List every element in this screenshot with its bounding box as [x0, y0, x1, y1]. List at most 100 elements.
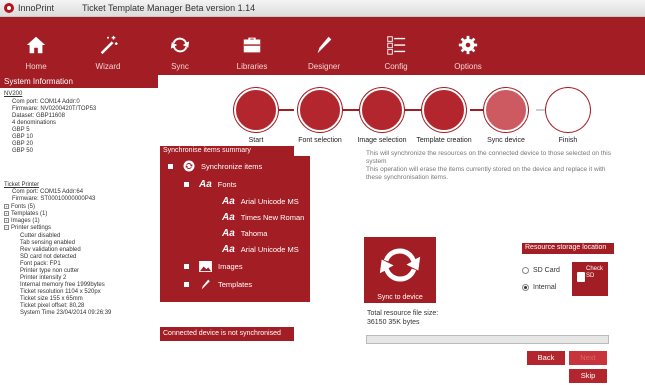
checklist-icon	[387, 36, 406, 55]
wizard-step-label: Sync device	[487, 137, 525, 144]
device-name[interactable]: Ticket Printer	[4, 182, 39, 188]
toolbar-home[interactable]: Home	[0, 17, 72, 75]
wizard-step-font-selection[interactable]	[298, 88, 342, 132]
total-value: 36150 35K bytes	[367, 319, 420, 326]
collapse-icon[interactable]	[184, 182, 189, 187]
tree-font-item[interactable]: Aa Times New Roman	[222, 212, 304, 223]
description-line: This will synchronize the resources on t…	[366, 150, 611, 165]
wizard-step-start[interactable]	[234, 88, 278, 132]
tree-item-templates[interactable]: + Templates (1)	[4, 211, 47, 217]
tree-root[interactable]: Synchronize items	[168, 160, 262, 172]
device-name[interactable]: NV200	[4, 91, 22, 97]
pencil-icon	[201, 279, 210, 290]
logo-icon	[4, 3, 14, 13]
wizard-progress: Start Font selection Image selection Tem…	[228, 88, 645, 148]
wizard-step-label: Font selection	[298, 137, 342, 144]
device-info-line: Com port: COM15 Addr:64	[12, 189, 84, 195]
back-button[interactable]: Back	[527, 351, 565, 365]
window-title: Ticket Template Manager Beta version 1.1…	[82, 3, 256, 13]
total-resource-size: Total resource file size: 36150 35K byte…	[367, 309, 438, 327]
tree-item-images[interactable]: + Images (1)	[4, 218, 40, 224]
device-info-line: GBP 20	[12, 141, 33, 147]
device-info-line: Com port: COM14 Addr:0	[12, 99, 80, 105]
toolbar-libraries-label: Libraries	[236, 62, 268, 71]
font-icon: Aa	[222, 228, 235, 239]
tree-images[interactable]: Images	[184, 261, 243, 272]
collapse-icon[interactable]	[168, 163, 173, 169]
gear-icon	[458, 35, 478, 55]
toolbar-config-label: Config	[384, 62, 408, 71]
expand-icon[interactable]	[184, 264, 189, 269]
printer-setting: Tab sensing enabled	[20, 240, 76, 246]
toolbar-libraries[interactable]: Libraries	[216, 17, 288, 75]
font-icon: Aa	[199, 179, 212, 190]
system-info-panel: System Information NV200 Com port: COM14…	[0, 75, 158, 385]
toolbar-wizard-label: Wizard	[95, 62, 121, 71]
tree-templates[interactable]: Templates	[184, 278, 252, 291]
main-toolbar: Home Wizard Sync Libraries Designer Conf…	[0, 17, 645, 75]
system-info-header: System Information	[0, 75, 158, 88]
expand-icon[interactable]	[184, 282, 189, 287]
expand-icon[interactable]: +	[4, 218, 9, 223]
wizard-step-label: Start	[248, 137, 264, 144]
tree-item-label: Images (1)	[11, 218, 40, 225]
printer-setting: Printer intensity 2	[20, 275, 67, 281]
sync-items-tree: Synchronize items Aa Fonts Aa Arial Unico…	[160, 156, 310, 302]
wizard-step-sync-device[interactable]	[484, 88, 528, 132]
radio-sd-card[interactable]: SD Card	[522, 267, 560, 274]
radio-circle[interactable]	[522, 267, 529, 274]
tree-font-item[interactable]: Aa Tahoma	[222, 228, 267, 239]
tree-font-item[interactable]: Aa Arial Unicode MS	[222, 244, 299, 255]
device-info-line: Firmware: NV0200420T/TOP53	[12, 106, 97, 112]
image-icon	[199, 261, 212, 272]
radio-internal[interactable]: Internal	[522, 284, 556, 291]
skip-button[interactable]: Skip	[569, 369, 607, 383]
app-logo: InnoPrint	[4, 3, 82, 13]
toolbar-designer[interactable]: Designer	[288, 17, 360, 75]
tree-item-label: Fonts (5)	[11, 204, 36, 211]
wizard-step-template-creation[interactable]	[422, 88, 466, 132]
tree-item-fonts[interactable]: + Fonts (5)	[4, 204, 35, 210]
title-bar: InnoPrint Ticket Template Manager Beta v…	[0, 0, 645, 17]
printer-setting: Font pack: FP1	[20, 261, 61, 267]
sync-progress-bar	[366, 335, 609, 344]
device-info-line: Firmware: ST00010000000P43	[12, 196, 96, 202]
toolbar-options[interactable]: Options	[432, 17, 504, 75]
tree-images-label: Images	[218, 262, 243, 271]
tree-root-label: Synchronize items	[201, 161, 263, 171]
tree-fonts[interactable]: Aa Fonts	[184, 179, 237, 190]
toolbar-sync-label: Sync	[171, 62, 189, 71]
printer-setting: Printer type non cutter	[20, 268, 80, 274]
radio-circle[interactable]	[522, 284, 529, 291]
briefcase-icon	[243, 37, 261, 53]
wizard-step-finish[interactable]	[546, 88, 590, 132]
tree-item-printer-settings[interactable]: − Printer settings	[4, 225, 51, 231]
check-sd-label: Check	[586, 266, 604, 272]
toolbar-wizard[interactable]: Wizard	[72, 17, 144, 75]
collapse-icon[interactable]: −	[4, 225, 9, 230]
font-icon: Aa	[222, 244, 235, 255]
check-sd-button[interactable]: Check SD	[572, 262, 608, 296]
summary-header: Synchronise items summary	[160, 146, 294, 156]
toolbar-sync[interactable]: Sync	[144, 17, 216, 75]
expand-icon[interactable]: +	[4, 211, 9, 216]
toolbar-config[interactable]: Config	[360, 17, 432, 75]
printer-setting: Rev validation enabled	[20, 247, 81, 253]
printer-setting: Internal memory free 1999bytes	[20, 282, 105, 288]
printer-setting: System Time 23/04/2014 09:26:39	[20, 310, 112, 316]
radio-label: Internal	[533, 284, 557, 291]
expand-icon[interactable]: +	[4, 204, 9, 209]
sync-to-device-button[interactable]: Sync to device	[364, 237, 436, 303]
next-button[interactable]: Next	[569, 351, 607, 365]
wizard-step-label: Image selection	[357, 137, 407, 144]
font-name: Arial Unicode MS	[240, 245, 299, 254]
tree-font-item[interactable]: Aa Arial Unicode MS	[222, 196, 299, 207]
status-message: Connected device is not synchronised	[160, 327, 294, 341]
ticket-printer-info: Ticket Printer Com port: COM15 Addr:64 F…	[0, 181, 158, 341]
device-info-line: GBP 10	[12, 134, 33, 140]
wizard-step-image-selection[interactable]	[360, 88, 404, 132]
font-icon: Aa	[222, 196, 235, 207]
sync-icon	[183, 160, 195, 172]
tree-item-label: Templates (1)	[11, 211, 48, 218]
device-info-line: Dataset: GBP11608	[12, 113, 65, 119]
